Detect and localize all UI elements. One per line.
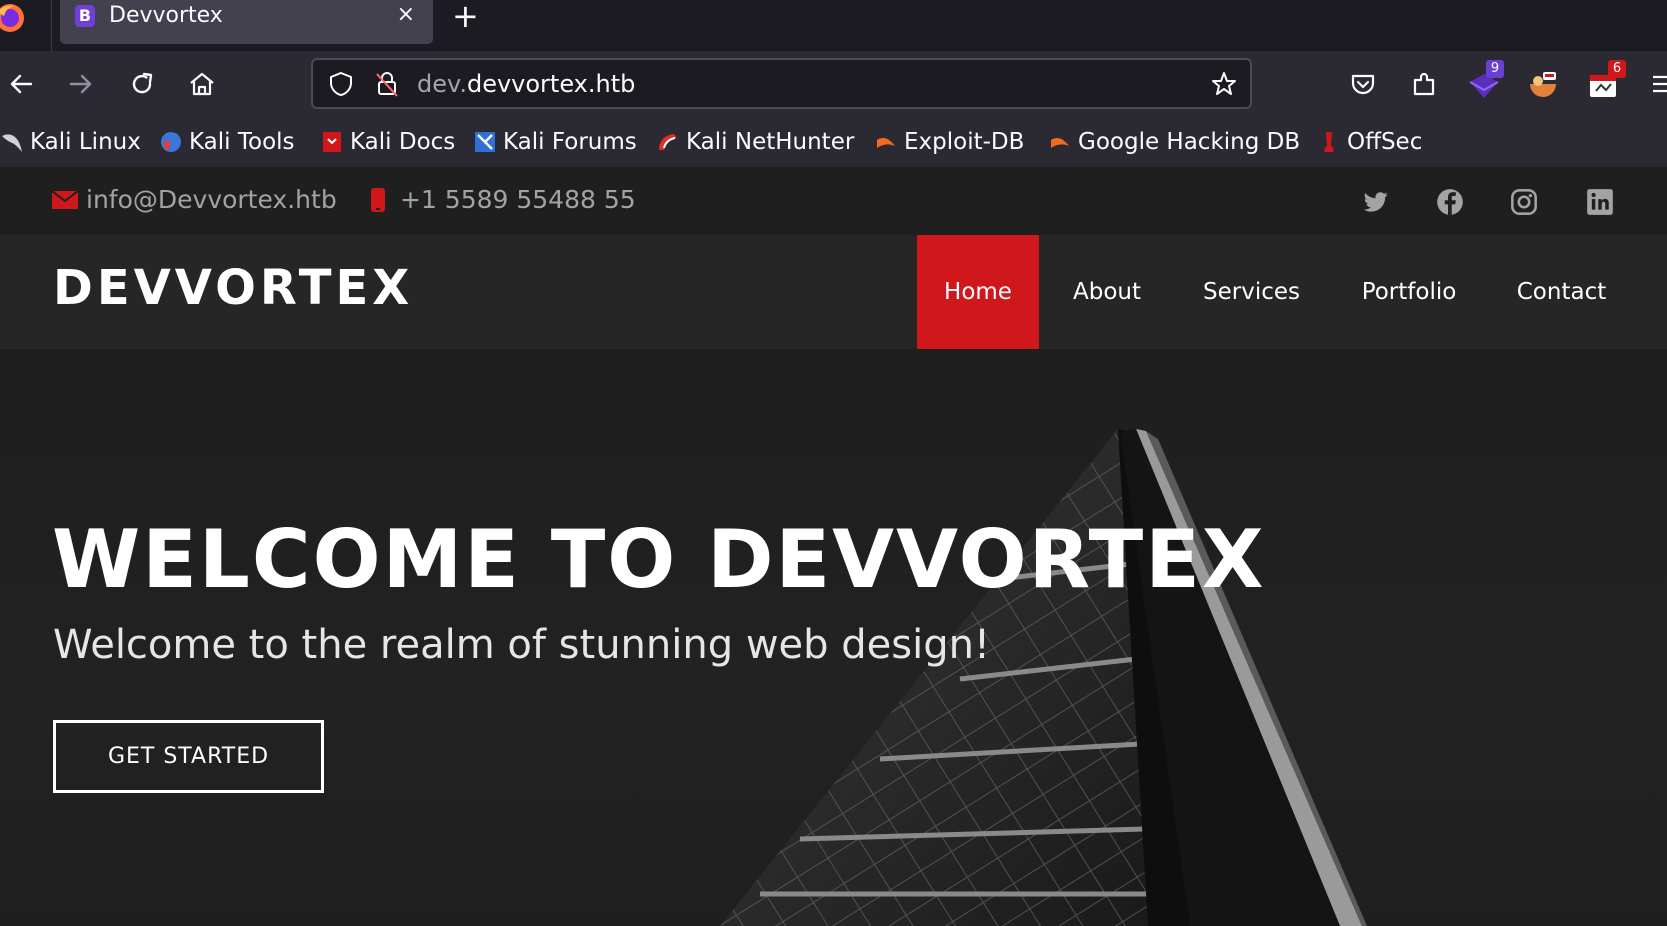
bootstrap-favicon-icon: B (75, 5, 95, 27)
contact-email[interactable]: info@Devvortex.htb (52, 185, 337, 214)
nav-portfolio[interactable]: Portfolio (1346, 235, 1472, 349)
offsec-icon (1324, 132, 1334, 152)
tab-devvortex[interactable]: B Devvortex × (60, 0, 433, 44)
bookmark-label: Kali Forums (503, 129, 637, 155)
tab-title: Devvortex (109, 3, 223, 28)
extension-badge: 6 (1608, 60, 1626, 78)
bookmark-label: Exploit-DB (904, 129, 1025, 155)
extension-foxyproxy[interactable]: 9 (1466, 60, 1508, 104)
envelope-icon (52, 189, 78, 209)
app-menu-icon[interactable] (1650, 72, 1667, 96)
back-arrow-icon[interactable] (3, 66, 39, 102)
bookmark-kali-tools[interactable]: Kali Tools (159, 126, 295, 158)
bookmark-google-hacking-db[interactable]: Google Hacking DB (1048, 126, 1300, 158)
tab-close-icon[interactable]: × (397, 2, 415, 28)
hero-section: WELCOME TO DEVVORTEX Welcome to the real… (0, 349, 1667, 926)
pocket-icon[interactable] (1345, 66, 1381, 102)
nav-home[interactable]: Home (917, 235, 1039, 349)
hero-subtitle: Welcome to the realm of stunning web des… (53, 622, 990, 668)
contact-phone[interactable]: +1 5589 55488 55 (370, 185, 636, 214)
site-header: DEVVORTEX Home About Services Portfolio … (0, 235, 1667, 349)
bookmark-label: Kali Linux (30, 129, 141, 155)
home-icon[interactable] (184, 66, 220, 102)
reload-icon[interactable] (124, 66, 160, 102)
bookmark-kali-forums[interactable]: Kali Forums (473, 126, 637, 158)
bookmarks-toolbar: Kali Linux Kali Tools Kali Docs Kali For… (0, 117, 1667, 167)
nethunter-icon (659, 134, 677, 150)
extension-cookie[interactable] (1526, 60, 1566, 104)
ghdb-icon (1051, 138, 1069, 148)
bookmark-label: Kali NetHunter (686, 129, 855, 155)
shield-icon[interactable] (327, 70, 355, 98)
nav-about[interactable]: About (1057, 235, 1157, 349)
get-started-button[interactable]: GET STARTED (53, 720, 324, 793)
bookmark-star-icon[interactable] (1210, 70, 1238, 98)
facebook-icon[interactable] (1436, 188, 1464, 216)
firefox-logo-icon[interactable] (0, 2, 26, 34)
bookmark-label: Kali Docs (350, 129, 456, 155)
cookie-bowl-icon (1530, 72, 1556, 97)
extension-wappalyzer[interactable]: 6 (1586, 60, 1628, 104)
kali-tools-icon (161, 132, 181, 152)
linkedin-icon[interactable] (1586, 188, 1614, 216)
url-domain: devvortex.htb (466, 70, 636, 98)
insecure-lock-icon[interactable] (373, 70, 401, 98)
site-logo[interactable]: DEVVORTEX (53, 260, 413, 316)
kali-dragon-icon (2, 134, 22, 152)
nav-contact[interactable]: Contact (1504, 235, 1619, 349)
bookmark-exploit-db[interactable]: Exploit-DB (874, 126, 1024, 158)
browser-tab-bar: B Devvortex × + (0, 0, 1667, 51)
browser-toolbar: dev.devvortex.htb 9 6 (0, 51, 1667, 117)
bookmark-label: Google Hacking DB (1078, 129, 1301, 155)
forward-arrow-icon[interactable] (63, 66, 99, 102)
email-text: info@Devvortex.htb (86, 185, 337, 214)
hero-title: WELCOME TO DEVVORTEX (52, 513, 1266, 606)
site-topbar: info@Devvortex.htb +1 5589 55488 55 (0, 167, 1667, 235)
bookmark-offsec[interactable]: OffSec (1317, 126, 1422, 158)
kali-docs-icon (323, 132, 341, 152)
exploit-db-icon (877, 138, 895, 148)
instagram-icon[interactable] (1510, 188, 1538, 216)
bookmark-kali-nethunter[interactable]: Kali NetHunter (656, 126, 854, 158)
bookmark-label: OffSec (1347, 129, 1423, 155)
extension-badge: 9 (1486, 60, 1504, 78)
twitter-icon[interactable] (1362, 188, 1390, 216)
tab-separator (51, 0, 52, 51)
url-bar[interactable]: dev.devvortex.htb (311, 58, 1252, 109)
extensions-puzzle-icon[interactable] (1406, 66, 1442, 102)
bookmark-kali-docs[interactable]: Kali Docs (320, 126, 455, 158)
kali-forums-icon (475, 132, 495, 152)
nav-services[interactable]: Services (1188, 235, 1315, 349)
bookmark-kali-linux[interactable]: Kali Linux (0, 126, 141, 158)
url-text[interactable]: dev.devvortex.htb (417, 70, 635, 98)
bookmark-label: Kali Tools (189, 129, 295, 155)
new-tab-button[interactable]: + (452, 0, 479, 32)
phone-icon (371, 187, 385, 212)
phone-text: +1 5589 55488 55 (400, 185, 636, 214)
url-subdomain: dev. (417, 70, 467, 98)
